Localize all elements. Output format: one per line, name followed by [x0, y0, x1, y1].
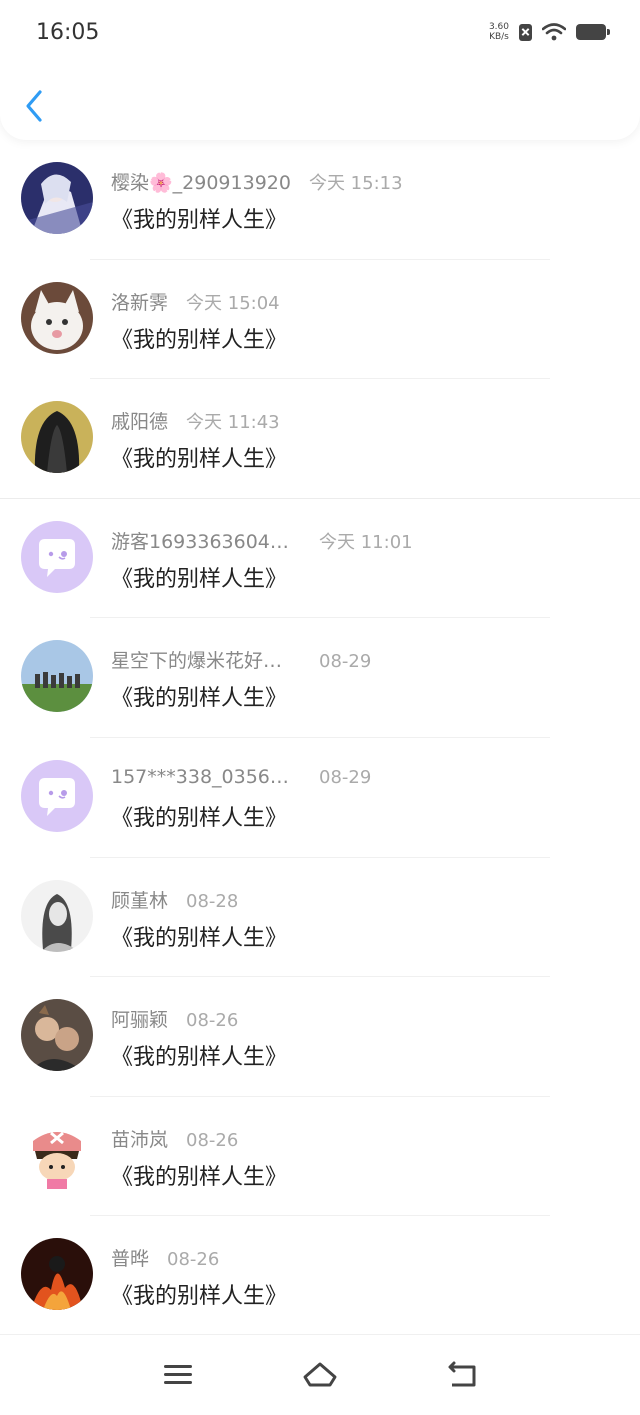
message-row[interactable]: 星空下的爆米花好… 08-29 《我的别样人生》 [0, 618, 640, 738]
message-time: 08-26 [186, 1129, 239, 1151]
avatar[interactable] [21, 162, 93, 234]
no-sim-icon [519, 23, 532, 41]
battery-icon [576, 24, 610, 40]
avatar[interactable] [21, 401, 93, 474]
top-bar: 16:05 3.60 KB/s [0, 0, 640, 140]
message-time: 今天 15:13 [308, 173, 403, 194]
avatar[interactable] [21, 879, 93, 952]
sender-name: 阿骊颖 [111, 1009, 169, 1032]
sender-name: 游客1693363604… [111, 530, 289, 553]
message-text: 《我的别样人生》 [111, 447, 288, 473]
back-nav-button[interactable] [444, 1359, 480, 1391]
avatar[interactable] [21, 520, 93, 593]
home-icon [303, 1362, 337, 1387]
wifi-icon [542, 23, 566, 41]
avatar[interactable] [21, 1238, 93, 1311]
sender-name: 普晔 [111, 1248, 150, 1271]
avatar[interactable] [21, 999, 93, 1072]
network-speed-unit: KB/s [489, 32, 509, 42]
message-text: 《我的别样人生》 [111, 208, 288, 233]
menu-icon [164, 1365, 192, 1384]
message-text: 《我的别样人生》 [111, 805, 288, 831]
message-text: 《我的别样人生》 [111, 566, 288, 592]
message-time: 08-26 [186, 1010, 239, 1032]
message-time: 08-28 [186, 890, 239, 912]
sender-name: 戚阳德 [111, 411, 169, 434]
back-button[interactable] [20, 88, 50, 124]
sender-name: 星空下的爆米花好… [111, 650, 283, 673]
message-list: 樱染🌸_290913920 今天 15:13 《我的别样人生》 洛新霁 今天 1… [0, 140, 640, 1336]
message-text: 《我的别样人生》 [111, 1164, 288, 1190]
message-text: 《我的别样人生》 [111, 686, 288, 712]
message-time: 08-29 [319, 651, 372, 673]
network-speed-value: 3.60 [488, 22, 509, 32]
avatar[interactable] [21, 281, 93, 354]
sender-name: 157***338_0356… [111, 765, 289, 788]
sender-name: 苗沛岚 [111, 1128, 169, 1151]
message-row[interactable]: 洛新霁 今天 15:04 《我的别样人生》 [0, 260, 640, 380]
status-icons: 3.60 KB/s [489, 22, 610, 42]
avatar[interactable] [21, 640, 93, 713]
message-row[interactable]: 顾堇林 08-28 《我的别样人生》 [0, 858, 640, 978]
sender-name: 顾堇林 [111, 889, 169, 912]
menu-button[interactable] [160, 1359, 196, 1391]
message-time: 今天 15:04 [186, 292, 280, 314]
avatar[interactable] [21, 1118, 93, 1191]
home-button[interactable] [302, 1359, 338, 1391]
message-row[interactable]: 阿骊颖 08-26 《我的别样人生》 [0, 977, 640, 1097]
message-row[interactable]: 游客1693363604… 今天 11:01 《我的别样人生》 [0, 499, 640, 619]
avatar[interactable] [21, 759, 93, 832]
message-row[interactable]: 157***338_0356… 08-29 《我的别样人生》 [0, 738, 640, 858]
message-text: 《我的别样人生》 [111, 327, 288, 353]
message-text: 《我的别样人生》 [111, 1045, 288, 1071]
chevron-left-icon [26, 90, 42, 122]
sender-name: 樱染🌸_290913920 [111, 172, 291, 194]
message-time: 08-26 [167, 1249, 220, 1271]
message-row[interactable]: 苗沛岚 08-26 《我的别样人生》 [0, 1097, 640, 1217]
back-arrow-icon [448, 1361, 476, 1387]
message-time: 今天 11:43 [186, 412, 280, 434]
sender-name: 洛新霁 [111, 291, 169, 314]
message-row[interactable]: 普晔 08-26 《我的别样人生》 [0, 1216, 640, 1336]
message-text: 《我的别样人生》 [111, 1284, 288, 1310]
system-navigation-bar [0, 1334, 640, 1415]
message-text: 《我的别样人生》 [111, 925, 288, 951]
status-time: 16:05 [36, 20, 100, 45]
message-row[interactable]: 樱染🌸_290913920 今天 15:13 《我的别样人生》 [0, 140, 640, 260]
message-time: 08-29 [319, 766, 372, 788]
message-row[interactable]: 戚阳德 今天 11:43 《我的别样人生》 [0, 379, 640, 499]
network-speed: 3.60 KB/s [489, 22, 509, 42]
message-time: 今天 11:01 [319, 531, 413, 553]
